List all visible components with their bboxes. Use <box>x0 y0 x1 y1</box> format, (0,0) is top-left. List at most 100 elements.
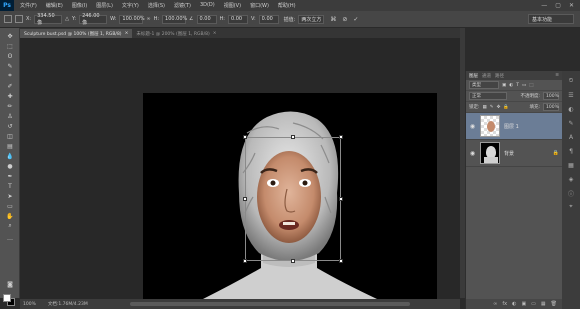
more-tools-icon[interactable]: … <box>5 234 15 242</box>
visibility-eye-icon[interactable]: ◉ <box>469 123 476 130</box>
properties-panel-icon[interactable]: ☰ <box>567 91 575 99</box>
menu-view[interactable]: 视图(V) <box>224 2 241 9</box>
marquee-tool-icon[interactable]: ⬚ <box>5 42 15 50</box>
brush-tool-icon[interactable]: ✏ <box>5 102 15 110</box>
layer-mask-icon[interactable]: ◐ <box>512 301 516 307</box>
filter-kind-select[interactable]: 类型 <box>469 81 499 89</box>
eraser-tool-icon[interactable]: ◫ <box>5 132 15 140</box>
chain-icon[interactable]: ∞ <box>146 16 150 22</box>
fill-field[interactable]: 100% <box>543 103 559 111</box>
angle-field[interactable]: 0.00 <box>196 14 217 24</box>
tool-preset-icon[interactable] <box>4 15 12 23</box>
warp-icon[interactable]: ⌘ <box>330 16 336 23</box>
layer-style-icon[interactable]: fx <box>502 301 507 307</box>
maximize-icon[interactable]: ▢ <box>555 2 561 9</box>
filter-smart-icon[interactable]: ⬚ <box>529 83 533 88</box>
crop-tool-icon[interactable]: ⌗ <box>5 72 15 80</box>
vskew-field[interactable]: 0.00 <box>258 14 279 24</box>
width-field[interactable]: 100.00% <box>119 14 145 24</box>
history-brush-tool-icon[interactable]: ↺ <box>5 122 15 130</box>
y-field[interactable]: 246.00 像 <box>79 13 108 26</box>
commit-transform-icon[interactable]: ✓ <box>353 16 358 23</box>
new-layer-icon[interactable]: ▦ <box>541 301 546 307</box>
panel-menu-icon[interactable]: ≡ <box>555 73 559 78</box>
menu-3d[interactable]: 3D(D) <box>200 2 215 9</box>
brush-panel-icon[interactable]: ✎ <box>567 119 575 127</box>
link-layers-icon[interactable]: ∞ <box>493 301 497 307</box>
hskew-field[interactable]: 0.00 <box>227 14 248 24</box>
interpolation-select[interactable]: 两次立方 <box>298 14 325 24</box>
gradient-tool-icon[interactable]: ▤ <box>5 142 15 150</box>
document-canvas[interactable] <box>143 93 437 299</box>
layer-name[interactable]: 背景 <box>504 150 514 157</box>
transform-handle-b[interactable] <box>291 259 295 263</box>
lasso-tool-icon[interactable]: ʘ <box>5 52 15 60</box>
filter-shape-icon[interactable]: ▭ <box>522 83 526 88</box>
horizontal-scrollbar[interactable] <box>130 302 410 306</box>
blur-tool-icon[interactable]: 💧 <box>5 152 15 160</box>
tab-layers[interactable]: 图层 <box>469 73 478 79</box>
transform-handle-l[interactable] <box>243 197 247 201</box>
quick-select-tool-icon[interactable]: ✎ <box>5 62 15 70</box>
foreground-color-swatch[interactable] <box>3 294 11 302</box>
height-field[interactable]: 100.00% <box>162 14 187 24</box>
tab-paths[interactable]: 路径 <box>495 73 504 79</box>
link-icon[interactable]: △ <box>65 16 69 22</box>
menu-help[interactable]: 帮助(H) <box>278 2 296 9</box>
tab-close-icon[interactable]: × <box>213 31 217 36</box>
healing-tool-icon[interactable]: ✚ <box>5 92 15 100</box>
transform-bounding-box[interactable] <box>243 135 343 263</box>
lock-paint-icon[interactable]: ✎ <box>490 105 494 110</box>
menu-select[interactable]: 选择(S) <box>148 2 165 9</box>
pen-tool-icon[interactable]: ✒ <box>5 172 15 180</box>
menu-window[interactable]: 窗口(W) <box>250 2 269 9</box>
zoom-tool-icon[interactable]: ⌕ <box>5 222 15 230</box>
type-tool-icon[interactable]: T <box>5 182 15 190</box>
close-icon[interactable]: ✕ <box>569 2 574 9</box>
transform-handle-tr[interactable] <box>339 135 343 139</box>
navigator-panel-icon[interactable]: ⌖ <box>567 203 575 211</box>
menu-layer[interactable]: 图层(L) <box>96 2 113 9</box>
tab-channels[interactable]: 通道 <box>482 73 491 79</box>
quick-mask-icon[interactable]: ◙ <box>5 280 15 288</box>
transform-handle-tl[interactable] <box>243 135 247 139</box>
transform-handle-br[interactable] <box>339 259 343 263</box>
tab-close-icon[interactable]: × <box>125 31 129 36</box>
lock-position-icon[interactable]: ✥ <box>497 105 501 110</box>
zoom-level[interactable]: 100% <box>23 302 36 307</box>
paragraph-panel-icon[interactable]: ¶ <box>567 147 575 155</box>
tab-sculpture-bust[interactable]: Sculpture bust.psd @ 100% (图层 1, RGB/8) … <box>20 29 133 38</box>
lock-pixels-icon[interactable]: ▦ <box>483 105 487 110</box>
minimize-icon[interactable]: — <box>541 2 547 9</box>
delete-layer-icon[interactable]: 🗑 <box>551 301 557 307</box>
menu-edit[interactable]: 编辑(E) <box>46 2 63 9</box>
path-select-tool-icon[interactable]: ➤ <box>5 192 15 200</box>
lock-all-icon[interactable]: 🔒 <box>503 105 509 110</box>
eyedropper-tool-icon[interactable]: ✐ <box>5 82 15 90</box>
menu-file[interactable]: 文件(F) <box>20 2 37 9</box>
stamp-tool-icon[interactable]: ♙ <box>5 112 15 120</box>
shape-tool-icon[interactable]: ▭ <box>5 202 15 210</box>
move-tool-icon[interactable]: ✥ <box>5 32 15 40</box>
filter-adjust-icon[interactable]: ◐ <box>509 83 513 88</box>
adjustments-panel-icon[interactable]: ◐ <box>567 105 575 113</box>
info-panel-icon[interactable]: ⓘ <box>567 189 575 198</box>
menu-filter[interactable]: 滤镜(T) <box>174 2 191 9</box>
filter-pixel-icon[interactable]: ▣ <box>502 83 506 88</box>
layer-row-background[interactable]: ◉ 背景 🔒 <box>466 140 562 167</box>
workspace-select[interactable]: 基本功能 <box>528 14 574 24</box>
swatches-panel-icon[interactable]: ▦ <box>567 161 575 169</box>
canvas-area[interactable] <box>20 38 460 299</box>
layer-name[interactable]: 图层 1 <box>504 123 519 130</box>
adjustment-layer-icon[interactable]: ▣ <box>521 301 526 307</box>
character-panel-icon[interactable]: A <box>567 133 575 141</box>
cancel-transform-icon[interactable]: ⊘ <box>342 16 347 23</box>
opacity-field[interactable]: 100% <box>543 92 559 100</box>
tab-untitled[interactable]: 未标题-1 @ 200% (图层 1, RGB/8) × <box>132 29 220 38</box>
transform-handle-t[interactable] <box>291 135 295 139</box>
hand-tool-icon[interactable]: ✋ <box>5 212 15 220</box>
blend-mode-select[interactable]: 正常 <box>469 92 507 100</box>
reference-point-icon[interactable] <box>15 15 23 23</box>
menu-image[interactable]: 图像(I) <box>72 2 87 9</box>
visibility-eye-icon[interactable]: ◉ <box>469 150 476 157</box>
